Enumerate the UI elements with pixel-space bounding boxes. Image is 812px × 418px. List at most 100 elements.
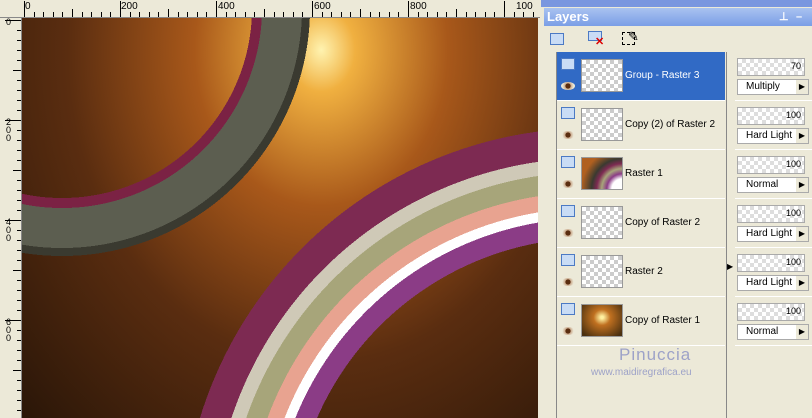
ruler-tick [427, 12, 429, 17]
opacity-value: 100 [785, 208, 801, 218]
delete-layer-icon[interactable]: ✕ [586, 29, 606, 49]
ruler-tick [17, 380, 21, 381]
ruler-tick [369, 12, 371, 17]
blend-mode-select[interactable]: Normal ▶ [737, 177, 809, 193]
ruler-tick [446, 12, 448, 17]
ruler-tick [17, 280, 21, 281]
ruler-tick [129, 12, 131, 17]
visibility-eye-icon[interactable] [561, 131, 575, 139]
ruler-tick [5, 120, 21, 121]
layer-row[interactable]: Copy of Raster 2 [557, 199, 725, 248]
layer-properties: 70 Multiply ▶ 100 Hard Light ▶ 100 Normal ▶ 10… [735, 52, 812, 352]
palette-title: Layers [547, 9, 589, 24]
ruler-tick [350, 12, 352, 17]
opacity-slider[interactable]: 100 [737, 156, 805, 174]
blend-mode-select[interactable]: Hard Light ▶ [737, 275, 809, 291]
visibility-eye-icon[interactable] [561, 82, 575, 90]
ruler-tick [340, 12, 342, 17]
layer-list: Group - Raster 3 Copy (2) of Raster 2 Ra… [556, 52, 726, 418]
ruler-tick [388, 12, 390, 17]
layer-row[interactable]: Group - Raster 3 [557, 52, 725, 101]
vertical-ruler: 0 200 400 600 [0, 18, 22, 418]
ruler-tick [235, 12, 237, 17]
ruler-tick [17, 240, 21, 241]
dropdown-arrow-icon[interactable]: ▶ [796, 178, 808, 192]
ruler-tick [504, 1, 505, 17]
image-canvas[interactable] [22, 18, 538, 418]
ruler-tick [17, 160, 21, 161]
ruler-tick [17, 40, 21, 41]
visibility-eye-icon[interactable] [561, 278, 575, 286]
layer-thumbnail [581, 59, 623, 92]
ruler-tick [13, 170, 21, 171]
opacity-slider[interactable]: 100 [737, 205, 805, 223]
ruler-label: 100 [516, 1, 533, 12]
opacity-slider[interactable]: 100 [737, 107, 805, 125]
dropdown-arrow-icon[interactable]: ▶ [796, 80, 808, 94]
blend-mode-select[interactable]: Normal ▶ [737, 324, 809, 340]
layer-name: Copy (2) of Raster 2 [625, 119, 716, 130]
ruler-tick [17, 200, 21, 201]
layer-row[interactable]: Copy (2) of Raster 2 [557, 101, 725, 150]
dropdown-arrow-icon[interactable]: ▶ [796, 129, 808, 143]
layer-row[interactable]: Copy of Raster 1 [557, 297, 725, 346]
ruler-tick [139, 12, 141, 17]
blend-mode-select[interactable]: Hard Light ▶ [737, 226, 809, 242]
layer-type-icon [561, 58, 575, 70]
ruler-tick [187, 12, 189, 17]
ruler-tick [5, 20, 21, 21]
blend-mode-select[interactable]: Hard Light ▶ [737, 128, 809, 144]
blend-mode-value: Multiply [746, 81, 780, 92]
opacity-slider[interactable]: 100 [737, 303, 805, 321]
visibility-eye-icon[interactable] [561, 327, 575, 335]
ruler-tick [17, 50, 21, 51]
ruler-tick [17, 150, 21, 151]
ruler-label: 200 [6, 117, 12, 143]
opacity-slider[interactable]: 70 [737, 58, 805, 76]
splitter-handle[interactable]: ▶ [726, 52, 734, 418]
dropdown-arrow-icon[interactable]: ▶ [796, 325, 808, 339]
pin-icon[interactable]: ⊥ [779, 8, 789, 26]
layer-row[interactable]: Raster 1 [557, 150, 725, 199]
edit-selection-icon[interactable]: ✎ [620, 29, 640, 49]
ruler-tick [148, 12, 150, 17]
ruler-tick [244, 12, 246, 17]
visibility-eye-icon[interactable] [561, 180, 575, 188]
layer-row[interactable]: Raster 2 [557, 248, 725, 297]
layers-palette: Layers ⊥ – ✕ ✎ Group - Raster 3 Copy (2)… [541, 0, 812, 418]
ruler-tick [302, 12, 304, 17]
visibility-eye-icon[interactable] [561, 229, 575, 237]
layer-type-icon [561, 254, 575, 266]
dropdown-arrow-icon[interactable]: ▶ [796, 276, 808, 290]
ruler-tick [17, 80, 21, 81]
ruler-tick [100, 12, 102, 17]
blend-mode-select[interactable]: Multiply ▶ [737, 79, 809, 95]
layer-type-icon [561, 107, 575, 119]
ruler-tick [321, 12, 323, 17]
palette-titlebar[interactable]: Layers ⊥ – [544, 8, 812, 26]
ruler-tick [312, 1, 313, 17]
new-layer-icon[interactable] [548, 29, 568, 49]
ruler-tick [17, 140, 21, 141]
ruler-tick [523, 12, 525, 17]
ruler-tick [398, 12, 400, 17]
opacity-value: 70 [790, 61, 801, 71]
ruler-tick [17, 410, 21, 411]
layer-name: Raster 1 [625, 168, 663, 179]
ruler-tick [43, 12, 45, 17]
ruler-label: 800 [410, 1, 427, 12]
layer-name: Copy of Raster 2 [625, 217, 701, 228]
dropdown-arrow-icon[interactable]: ▶ [796, 227, 808, 241]
ruler-tick [5, 220, 21, 221]
blend-mode-value: Normal [746, 179, 779, 190]
opacity-slider[interactable]: 100 [737, 254, 805, 272]
layer-thumbnail [581, 255, 623, 288]
ruler-label: 600 [314, 1, 331, 12]
layer-type-icon [561, 156, 575, 168]
ruler-tick [120, 1, 121, 17]
minimize-icon[interactable]: – [796, 8, 802, 26]
ruler-tick [417, 12, 419, 17]
ruler-tick [17, 360, 21, 361]
ruler-tick [17, 230, 21, 231]
opacity-value: 100 [785, 159, 801, 169]
